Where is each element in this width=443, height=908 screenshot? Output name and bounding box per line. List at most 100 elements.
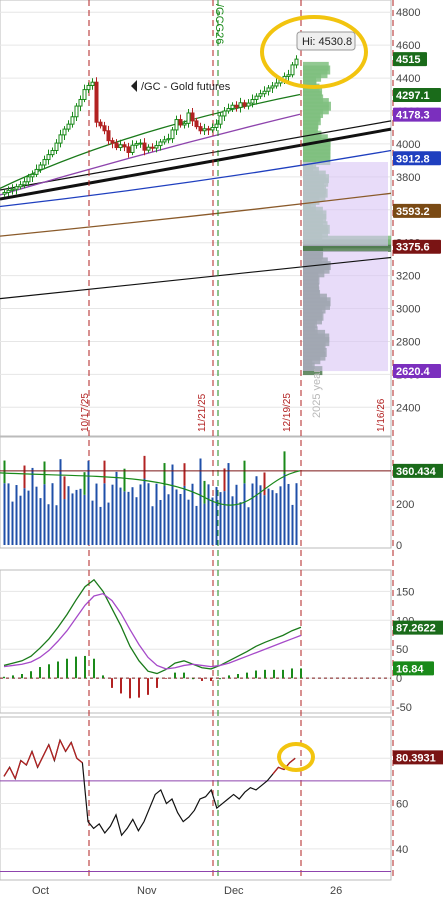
- volume-bar: [251, 483, 254, 545]
- macd-histogram-bar: [75, 656, 77, 679]
- chart-stage: 4800460044004200400038003600340032003000…: [0, 0, 443, 903]
- macd-histogram-bar: [210, 678, 212, 681]
- volume-bar: [167, 494, 170, 545]
- candle-body: [94, 81, 99, 123]
- volume-bar: [139, 484, 142, 545]
- symbol-label: /GC - Gold futures: [141, 81, 231, 93]
- volume-bar: [127, 491, 130, 545]
- volume-bar: [199, 458, 202, 545]
- candle-body: [58, 134, 63, 144]
- value-area-shading: [303, 250, 388, 372]
- macd-histogram-bar: [84, 655, 86, 679]
- candle-body: [102, 125, 107, 132]
- date-marker-label: 10/17/25: [80, 393, 91, 432]
- candle-body: [174, 119, 179, 131]
- rsi-panel[interactable]: [0, 716, 392, 881]
- volume-bar: [123, 491, 126, 545]
- volume-bar: [215, 487, 218, 545]
- macd-histogram-bar: [102, 675, 104, 679]
- candle-body: [146, 146, 151, 151]
- volume-bar: [223, 491, 226, 545]
- candle-body: [74, 105, 79, 118]
- candle-body: [190, 112, 195, 122]
- candle-body: [50, 150, 55, 156]
- candle-body: [22, 181, 27, 186]
- macd-histogram-bar: [219, 678, 221, 680]
- candle-body: [238, 102, 243, 108]
- volume-spike: [43, 461, 46, 485]
- macd-histogram-bar: [12, 675, 14, 679]
- volume-bar: [31, 467, 34, 545]
- volume-bar: [255, 476, 258, 545]
- volume-spike: [183, 463, 186, 486]
- y-tick-label: 60: [396, 799, 408, 811]
- volume-spike: [163, 463, 166, 486]
- volume-bar: [263, 495, 266, 545]
- macd-histogram-bar: [21, 674, 23, 679]
- price-tag: 4178.3: [396, 110, 430, 122]
- candle-body: [46, 154, 51, 161]
- volume-bar: [79, 488, 82, 545]
- x-tick-label: Oct: [32, 885, 49, 897]
- candle-body: [90, 81, 95, 86]
- volume-bar: [35, 486, 38, 545]
- macd-histogram-bar: [30, 671, 32, 679]
- macd-histogram-bar: [39, 667, 41, 679]
- volume-bar: [55, 505, 58, 545]
- date-marker-label: 11/21/25: [197, 393, 208, 432]
- volume-spike: [63, 476, 66, 500]
- volume-bar: [3, 483, 6, 545]
- candle-body: [70, 116, 75, 125]
- volume-spike: [263, 472, 266, 496]
- x-tick-label: Dec: [224, 885, 244, 897]
- candle-body: [86, 84, 91, 91]
- candle-body: [98, 121, 103, 127]
- volume-bar: [95, 483, 98, 545]
- candle-body: [126, 146, 131, 153]
- volume-bar: [19, 495, 22, 545]
- candle-body: [202, 128, 207, 132]
- candle-body: [114, 142, 119, 149]
- candle-body: [18, 184, 23, 188]
- volume-bar: [171, 464, 174, 545]
- y-tick-label: 0: [396, 540, 402, 552]
- volume-bar: [11, 501, 14, 545]
- price-tag: 3593.2: [396, 206, 430, 218]
- candle-body: [258, 93, 263, 97]
- price-tag: 4297.1: [396, 90, 430, 102]
- candle-body: [178, 119, 183, 126]
- macd-histogram-bar: [273, 669, 275, 679]
- candle-body: [182, 122, 187, 126]
- volume-spike: [243, 460, 246, 484]
- candle-body: [218, 115, 223, 125]
- volume-bar: [279, 486, 282, 545]
- value-area-shading: [303, 162, 388, 246]
- y-tick-label: 200: [396, 499, 414, 511]
- candle-body: [134, 143, 139, 146]
- candle-body: [230, 104, 235, 110]
- candle-body: [254, 95, 259, 100]
- macd-histogram-bar: [201, 678, 203, 681]
- y-tick-label: 4400: [396, 73, 420, 85]
- candle-body: [262, 90, 267, 95]
- volume-bar: [39, 498, 42, 545]
- macd-histogram-bar: [255, 670, 257, 679]
- volume-bar: [83, 494, 86, 545]
- candle-body: [274, 82, 279, 87]
- y-tick-label: -50: [396, 702, 412, 714]
- volume-bar: [203, 503, 206, 545]
- volume-bar: [23, 488, 26, 545]
- volume-bar: [259, 485, 262, 545]
- candle-body: [38, 164, 43, 170]
- volume-bar: [111, 484, 114, 545]
- contract-label: /GCG26: [213, 4, 225, 44]
- price-tag: 4515: [396, 54, 420, 66]
- macd-histogram-bar: [57, 661, 59, 679]
- volume-bar: [135, 497, 138, 545]
- candle-body: [30, 173, 35, 178]
- volume-bar: [195, 505, 198, 545]
- axis-ticks: 4800460044004200400038003600340032003000…: [396, 7, 420, 856]
- chart-svg[interactable]: 4800460044004200400038003600340032003000…: [0, 0, 443, 903]
- volume-bar: [291, 504, 294, 545]
- volume-bar: [51, 483, 54, 545]
